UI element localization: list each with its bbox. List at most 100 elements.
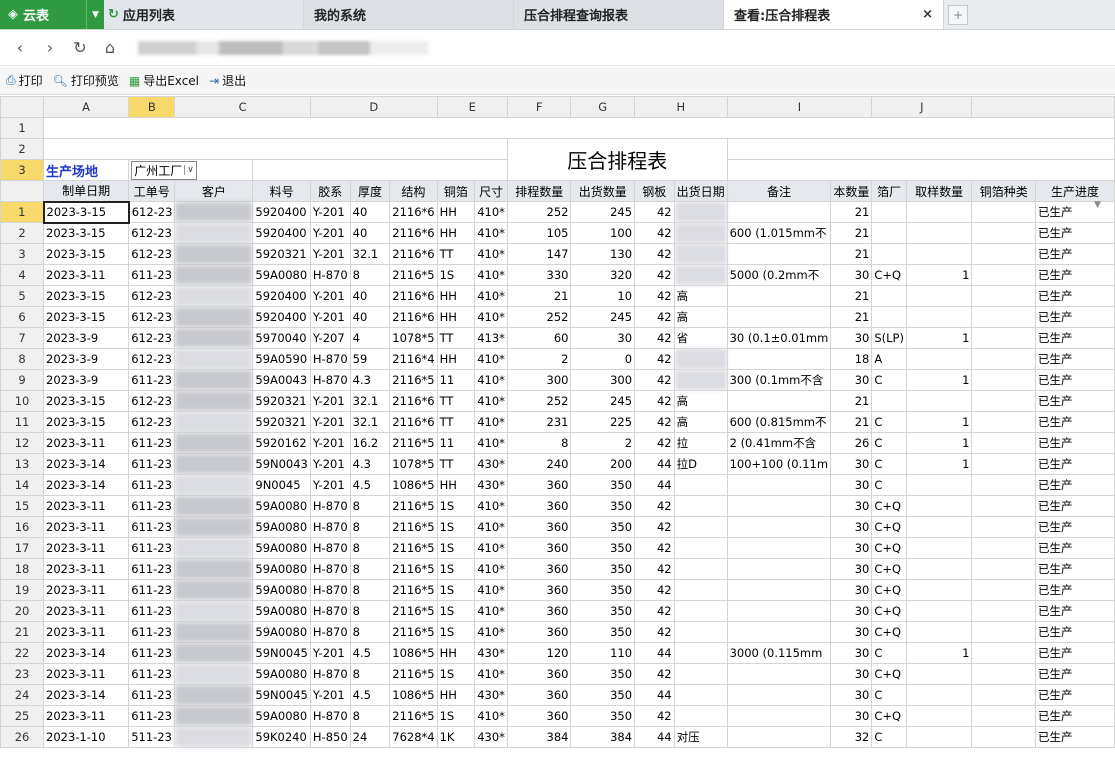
table-cell[interactable]: 612-23 [128, 390, 176, 412]
empty-cells[interactable] [726, 138, 1115, 160]
table-cell[interactable]: 8 [349, 705, 391, 727]
app-dropdown-arrow-icon[interactable]: ▼ [86, 0, 104, 29]
table-cell[interactable]: 30 [830, 537, 873, 559]
table-cell[interactable]: 350 [570, 558, 636, 580]
table-cell[interactable]: H-850 [309, 726, 351, 748]
row-number[interactable]: 17 [0, 537, 45, 559]
table-cell[interactable] [726, 348, 832, 370]
table-cell[interactable]: 410* [474, 663, 508, 685]
table-cell[interactable] [971, 222, 1036, 244]
table-cell[interactable]: 350 [570, 495, 636, 517]
table-cell[interactable]: 8 [349, 516, 391, 538]
customer-cell-redacted[interactable] [174, 495, 254, 517]
table-cell[interactable]: 5920321 [252, 243, 311, 265]
table-cell[interactable]: 高 [673, 306, 728, 328]
table-cell[interactable]: 2116*6 [389, 201, 438, 223]
table-cell[interactable]: 1S [436, 537, 476, 559]
table-cell[interactable]: 已生产 [1034, 453, 1115, 475]
table-cell[interactable]: Y-201 [309, 201, 351, 223]
table-cell[interactable]: 42 [634, 705, 675, 727]
table-cell[interactable]: 0 [570, 348, 636, 370]
table-cell[interactable]: 2023-1-10 [43, 726, 130, 748]
customer-cell-redacted[interactable] [174, 201, 254, 223]
table-cell[interactable]: 9N0045 [252, 474, 311, 496]
table-cell[interactable]: 2 [570, 432, 636, 454]
table-cell[interactable]: 40 [349, 306, 391, 328]
table-cell[interactable]: 360 [506, 474, 572, 496]
table-cell[interactable]: 30 [830, 642, 873, 664]
column-header-a[interactable]: A [43, 96, 130, 118]
table-cell[interactable] [673, 663, 728, 685]
table-cell[interactable]: 350 [570, 516, 636, 538]
table-cell[interactable]: 611-23 [128, 432, 176, 454]
column-header[interactable]: 制单日期 [43, 180, 130, 202]
corner-cell[interactable] [0, 96, 45, 118]
table-cell[interactable]: H-870 [309, 348, 351, 370]
table-cell[interactable]: 5000 (0.2mm不 [726, 264, 832, 286]
table-cell[interactable]: C+Q [871, 705, 907, 727]
table-cell[interactable] [673, 537, 728, 559]
table-cell[interactable] [905, 222, 973, 244]
table-cell[interactable] [871, 222, 907, 244]
table-cell[interactable]: 已生产 [1034, 390, 1115, 412]
table-cell[interactable]: 511-23 [128, 726, 176, 748]
row-number[interactable]: 18 [0, 558, 45, 580]
table-cell[interactable]: 410* [474, 516, 508, 538]
table-cell[interactable]: 1K [436, 726, 476, 748]
table-cell[interactable]: HH [436, 474, 476, 496]
table-cell[interactable] [971, 579, 1036, 601]
table-cell[interactable]: C [871, 432, 907, 454]
table-cell[interactable] [971, 474, 1036, 496]
table-cell[interactable] [905, 306, 973, 328]
table-cell[interactable]: 4.5 [349, 684, 391, 706]
table-cell[interactable]: 231 [506, 411, 572, 433]
table-cell[interactable]: H-870 [309, 600, 351, 622]
column-header-d[interactable]: D [309, 96, 438, 118]
table-cell[interactable]: 2023-3-15 [43, 285, 130, 307]
table-cell[interactable]: 360 [506, 495, 572, 517]
table-cell[interactable] [905, 474, 973, 496]
table-cell[interactable] [905, 600, 973, 622]
table-cell[interactable]: 612-23 [128, 243, 176, 265]
table-cell[interactable] [726, 285, 832, 307]
table-cell[interactable]: 59A0080 [252, 621, 311, 643]
customer-cell-redacted[interactable] [174, 579, 254, 601]
table-cell[interactable] [971, 264, 1036, 286]
table-cell[interactable]: 360 [506, 684, 572, 706]
table-cell[interactable]: 2116*6 [389, 390, 438, 412]
table-cell[interactable]: 2023-3-11 [43, 516, 130, 538]
table-cell[interactable]: 611-23 [128, 537, 176, 559]
empty-cells[interactable] [43, 138, 508, 160]
table-cell[interactable]: 350 [570, 579, 636, 601]
table-cell[interactable]: 413* [474, 327, 508, 349]
table-cell[interactable]: 2116*5 [389, 264, 438, 286]
table-cell[interactable]: 225 [570, 411, 636, 433]
column-header[interactable]: 钢板 [634, 180, 675, 202]
table-cell[interactable]: 42 [634, 558, 675, 580]
table-cell[interactable]: Y-201 [309, 243, 351, 265]
table-cell[interactable]: 105 [506, 222, 572, 244]
table-cell[interactable]: 410* [474, 537, 508, 559]
table-cell[interactable]: H-870 [309, 558, 351, 580]
table-cell[interactable]: 高 [673, 411, 728, 433]
table-cell[interactable] [726, 474, 832, 496]
table-cell[interactable]: 611-23 [128, 684, 176, 706]
table-cell[interactable]: 30 [830, 264, 873, 286]
table-cell[interactable]: 430* [474, 642, 508, 664]
table-cell[interactable]: 410* [474, 432, 508, 454]
table-cell[interactable] [905, 705, 973, 727]
table-cell[interactable]: 拉D [673, 453, 728, 475]
table-cell[interactable]: 42 [634, 432, 675, 454]
table-cell[interactable]: C+Q [871, 663, 907, 685]
table-cell[interactable]: 30 [830, 600, 873, 622]
table-cell[interactable] [971, 705, 1036, 727]
table-cell[interactable]: 410* [474, 495, 508, 517]
customer-cell-redacted[interactable] [174, 411, 254, 433]
table-cell[interactable] [971, 243, 1036, 265]
table-cell[interactable]: 7628*4 [389, 726, 438, 748]
table-cell[interactable] [726, 495, 832, 517]
table-cell[interactable]: 42 [634, 390, 675, 412]
table-cell[interactable]: 42 [634, 621, 675, 643]
table-cell[interactable]: H-870 [309, 537, 351, 559]
row-number[interactable]: 12 [0, 432, 45, 454]
